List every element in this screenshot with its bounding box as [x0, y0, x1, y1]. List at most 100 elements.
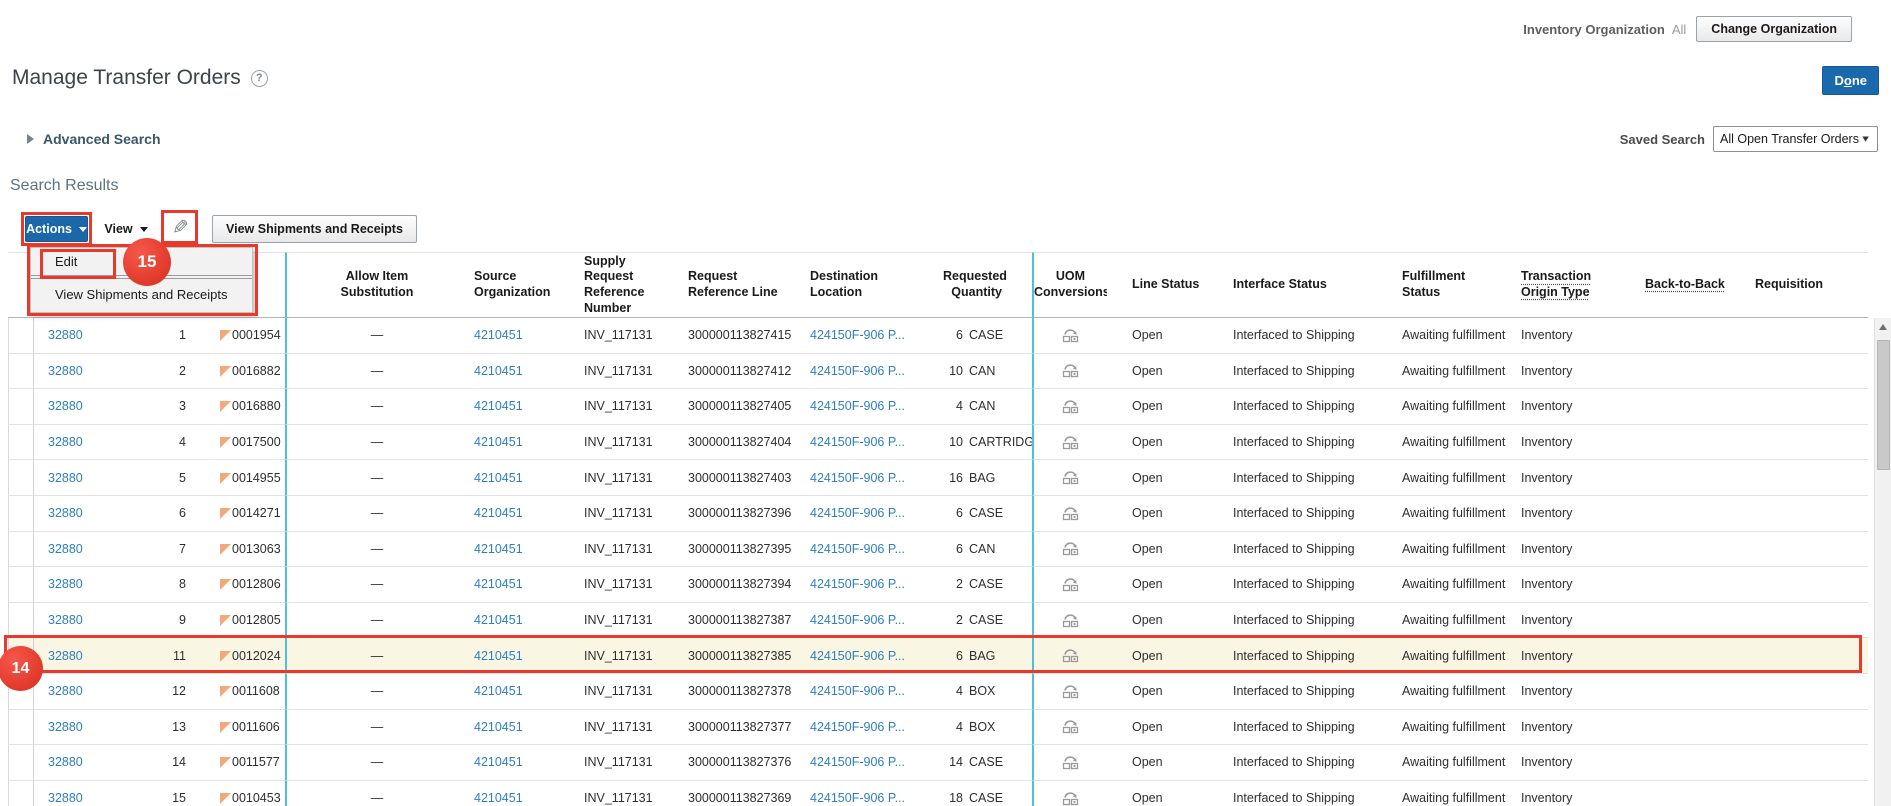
table-row[interactable]: 3288010001954—4210451INV_117131300000113…: [8, 318, 1868, 354]
source-organization-link[interactable]: 4210451: [474, 649, 523, 663]
table-row[interactable]: 3288060014271—4210451INV_117131300000113…: [8, 496, 1868, 532]
destination-location-link[interactable]: 424150F-906 P...: [810, 364, 905, 378]
transfer-order-link[interactable]: 32880: [48, 364, 83, 378]
transfer-order-link[interactable]: 32880: [48, 506, 83, 520]
column-header-fulfillment-status[interactable]: Fulfillment Status: [1395, 252, 1517, 318]
source-organization-link[interactable]: 4210451: [474, 471, 523, 485]
cell-row-selector[interactable]: [8, 460, 34, 496]
cell-row-selector[interactable]: [8, 745, 34, 781]
scroll-up-button[interactable]: [1875, 318, 1891, 335]
destination-location-link[interactable]: 424150F-906 P...: [810, 755, 905, 769]
source-organization-link[interactable]: 4210451: [474, 577, 523, 591]
uom-conversions-icon[interactable]: [1062, 755, 1079, 770]
uom-conversions-icon[interactable]: [1062, 435, 1079, 450]
cell-row-selector[interactable]: [8, 496, 34, 532]
cell-row-selector[interactable]: [8, 425, 34, 461]
transfer-order-link[interactable]: 32880: [48, 649, 83, 663]
column-header-uom-conversions[interactable]: UOM Conversions: [1032, 252, 1107, 318]
table-row[interactable]: 32880130011606—4210451INV_11713130000011…: [8, 710, 1868, 746]
column-header-transaction-origin-type[interactable]: Transaction Origin Type: [1517, 252, 1637, 318]
column-header-line-status[interactable]: Line Status: [1107, 252, 1205, 318]
transfer-order-link[interactable]: 32880: [48, 399, 83, 413]
column-header-interface-status[interactable]: Interface Status: [1205, 252, 1395, 318]
uom-conversions-icon[interactable]: [1062, 470, 1079, 485]
view-shipments-and-receipts-button[interactable]: View Shipments and Receipts: [212, 215, 417, 243]
uom-conversions-icon[interactable]: [1062, 577, 1079, 592]
uom-conversions-icon[interactable]: [1062, 328, 1079, 343]
table-row[interactable]: 3288070013063—4210451INV_117131300000113…: [8, 532, 1868, 568]
source-organization-link[interactable]: 4210451: [474, 364, 523, 378]
source-organization-link[interactable]: 4210451: [474, 435, 523, 449]
help-icon[interactable]: ?: [251, 70, 268, 87]
table-row[interactable]: 32880120011608—4210451INV_11713130000011…: [8, 674, 1868, 710]
edit-button[interactable]: ✎: [166, 214, 194, 240]
cell-row-selector[interactable]: [8, 603, 34, 639]
column-header-source-organization[interactable]: Source Organization: [467, 252, 582, 318]
uom-conversions-icon[interactable]: [1062, 506, 1079, 521]
transfer-order-link[interactable]: 32880: [48, 720, 83, 734]
column-header-request-reference-line[interactable]: Request Reference Line: [685, 252, 805, 318]
column-header-supply-request-reference-number[interactable]: Supply Request Reference Number: [582, 252, 685, 318]
cell-row-selector[interactable]: [8, 354, 34, 390]
source-organization-link[interactable]: 4210451: [474, 542, 523, 556]
uom-conversions-icon[interactable]: [1062, 648, 1079, 663]
destination-location-link[interactable]: 424150F-906 P...: [810, 471, 905, 485]
source-organization-link[interactable]: 4210451: [474, 399, 523, 413]
table-row[interactable]: 3288090012805—4210451INV_117131300000113…: [8, 603, 1868, 639]
destination-location-link[interactable]: 424150F-906 P...: [810, 328, 905, 342]
cell-row-selector[interactable]: [8, 781, 34, 806]
transfer-order-link[interactable]: 32880: [48, 791, 83, 805]
source-organization-link[interactable]: 4210451: [474, 684, 523, 698]
destination-location-link[interactable]: 424150F-906 P...: [810, 684, 905, 698]
uom-conversions-icon[interactable]: [1062, 399, 1079, 414]
table-row[interactable]: 32880150010453—4210451INV_11713130000011…: [8, 781, 1868, 806]
transfer-order-link[interactable]: 32880: [48, 435, 83, 449]
cell-row-selector[interactable]: [8, 710, 34, 746]
source-organization-link[interactable]: 4210451: [474, 506, 523, 520]
uom-conversions-icon[interactable]: [1062, 613, 1079, 628]
actions-button[interactable]: Actions: [25, 216, 88, 242]
column-header-destination-location[interactable]: Destination Location: [805, 252, 917, 318]
column-header-requisition[interactable]: Requisition: [1745, 252, 1835, 318]
advanced-search-toggle[interactable]: Advanced Search: [27, 131, 161, 147]
destination-location-link[interactable]: 424150F-906 P...: [810, 649, 905, 663]
transfer-order-link[interactable]: 32880: [48, 684, 83, 698]
uom-conversions-icon[interactable]: [1062, 363, 1079, 378]
cell-row-selector[interactable]: [8, 318, 34, 354]
destination-location-link[interactable]: 424150F-906 P...: [810, 791, 905, 805]
destination-location-link[interactable]: 424150F-906 P...: [810, 399, 905, 413]
table-row[interactable]: 3288020016882—4210451INV_117131300000113…: [8, 354, 1868, 390]
done-button[interactable]: Done: [1822, 66, 1879, 95]
cell-row-selector[interactable]: [8, 532, 34, 568]
cell-row-selector[interactable]: [8, 567, 34, 603]
scrollbar-thumb[interactable]: [1877, 340, 1890, 470]
uom-conversions-icon[interactable]: [1062, 541, 1079, 556]
transfer-order-link[interactable]: 32880: [48, 613, 83, 627]
column-header-back-to-back[interactable]: Back-to-Back: [1637, 252, 1745, 318]
table-row[interactable]: 32880140011577—4210451INV_11713130000011…: [8, 745, 1868, 781]
table-row[interactable]: 3288040017500—4210451INV_117131300000113…: [8, 425, 1868, 461]
destination-location-link[interactable]: 424150F-906 P...: [810, 720, 905, 734]
source-organization-link[interactable]: 4210451: [474, 755, 523, 769]
cell-row-selector[interactable]: [8, 389, 34, 425]
source-organization-link[interactable]: 4210451: [474, 720, 523, 734]
table-row[interactable]: 3288030016880—4210451INV_117131300000113…: [8, 389, 1868, 425]
column-header-allow-item-substitution[interactable]: Allow Item Substitution: [285, 252, 467, 318]
uom-conversions-icon[interactable]: [1062, 719, 1079, 734]
destination-location-link[interactable]: 424150F-906 P...: [810, 506, 905, 520]
destination-location-link[interactable]: 424150F-906 P...: [810, 577, 905, 591]
destination-location-link[interactable]: 424150F-906 P...: [810, 613, 905, 627]
uom-conversions-icon[interactable]: [1062, 791, 1079, 806]
table-row[interactable]: 3288050014955—4210451INV_117131300000113…: [8, 460, 1868, 496]
destination-location-link[interactable]: 424150F-906 P...: [810, 435, 905, 449]
transfer-order-link[interactable]: 32880: [48, 577, 83, 591]
table-row[interactable]: 32880110012024—4210451INV_11713130000011…: [8, 638, 1868, 674]
column-header-requested-quantity[interactable]: Requested Quantity: [917, 252, 1032, 318]
uom-conversions-icon[interactable]: [1062, 684, 1079, 699]
transfer-order-link[interactable]: 32880: [48, 328, 83, 342]
transfer-order-link[interactable]: 32880: [48, 755, 83, 769]
source-organization-link[interactable]: 4210451: [474, 791, 523, 805]
saved-search-select[interactable]: All Open Transfer Orders ▼: [1713, 126, 1878, 152]
source-organization-link[interactable]: 4210451: [474, 613, 523, 627]
source-organization-link[interactable]: 4210451: [474, 328, 523, 342]
